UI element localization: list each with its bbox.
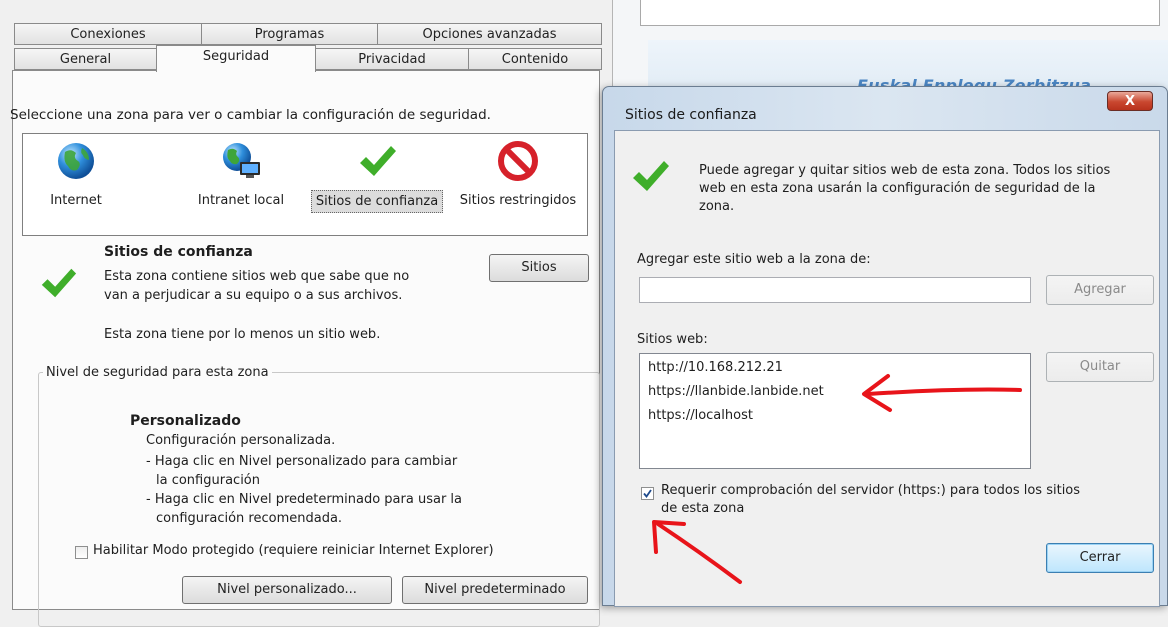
tab-programas[interactable]: Programas <box>201 23 378 45</box>
custom-level-button[interactable]: Nivel personalizado... <box>182 576 392 604</box>
tab-general[interactable]: General <box>14 48 157 70</box>
require-https-checkbox[interactable] <box>641 487 654 500</box>
tab-opciones-avanzadas[interactable]: Opciones avanzadas <box>377 23 602 45</box>
checkmark-icon <box>360 146 396 176</box>
cerrar-button[interactable]: Cerrar <box>1046 543 1154 573</box>
annotation-arrow <box>862 374 1022 412</box>
internet-options-window: Conexiones Programas Opciones avanzadas … <box>0 0 612 627</box>
level-line: configuración recomendada. <box>156 511 343 526</box>
info-line: web en esta zona usarán la configuración… <box>699 181 1096 196</box>
remove-button[interactable]: Quitar <box>1046 352 1154 382</box>
zone-description-line: van a perjudicar a su equipo o a sus arc… <box>104 288 403 303</box>
tab-seguridad[interactable]: Seguridad <box>156 45 316 72</box>
tab-contenido[interactable]: Contenido <box>468 48 602 70</box>
list-item[interactable]: https://llanbide.lanbide.net <box>648 384 824 399</box>
level-line: - Haga clic en Nivel personalizado para … <box>146 454 458 469</box>
level-line: la configuración <box>156 473 260 488</box>
sites-list-label: Sitios web: <box>637 332 708 347</box>
zone-note: Esta zona tiene por lo menos un sitio we… <box>104 327 381 342</box>
browser-address-bar <box>640 0 1160 26</box>
add-button[interactable]: Agregar <box>1046 275 1154 305</box>
zone-intranet-local[interactable]: Intranet local <box>183 134 299 235</box>
zone-list: Internet Intranet local Sitios de confia… <box>22 133 588 236</box>
zone-prompt: Seleccione una zona para ver o cambiar l… <box>10 107 491 123</box>
zone-internet[interactable]: Internet <box>27 134 125 235</box>
level-title: Personalizado <box>130 413 241 429</box>
sitios-button[interactable]: Sitios <box>489 254 589 282</box>
prohibited-icon <box>498 141 538 181</box>
add-site-input[interactable] <box>639 277 1031 303</box>
zone-label: Internet <box>50 193 102 208</box>
zone-label: Sitios de confianza <box>311 190 443 213</box>
list-item[interactable]: http://10.168.212.21 <box>648 360 783 375</box>
info-line: zona. <box>699 199 735 214</box>
annotation-arrow <box>652 520 742 584</box>
level-line: Configuración personalizada. <box>146 433 336 448</box>
level-line: - Haga clic en Nivel predeterminado para… <box>146 492 462 507</box>
checkbox-check-icon <box>643 489 652 498</box>
zone-title: Sitios de confianza <box>104 244 253 260</box>
require-https-label: Requerir comprobación del servidor (http… <box>661 483 1081 498</box>
checkmark-icon <box>633 161 669 191</box>
checkmark-icon <box>41 268 77 298</box>
default-level-button[interactable]: Nivel predeterminado <box>402 576 588 604</box>
tab-privacidad[interactable]: Privacidad <box>315 48 469 70</box>
intranet-globe-icon <box>223 143 260 178</box>
zone-label: Sitios restringidos <box>459 193 577 208</box>
security-level-legend: Nivel de seguridad para esta zona <box>46 365 269 380</box>
protected-mode-label: Habilitar Modo protegido (requiere reini… <box>93 543 494 558</box>
add-site-label: Agregar este sitio web a la zona de: <box>637 252 871 267</box>
info-line: Puede agregar y quitar sitios web de est… <box>699 163 1111 178</box>
close-icon[interactable]: X <box>1107 91 1153 111</box>
globe-icon <box>58 143 94 179</box>
zone-label: Intranet local <box>197 193 285 208</box>
list-item[interactable]: https://localhost <box>648 408 753 423</box>
protected-mode-checkbox[interactable] <box>75 546 88 559</box>
zone-sitios-de-confianza[interactable]: Sitios de confianza <box>311 134 443 235</box>
zone-description-line: Esta zona contiene sitios web que sabe q… <box>104 269 410 284</box>
tab-conexiones[interactable]: Conexiones <box>14 23 202 45</box>
dialog-title: Sitios de confianza <box>625 107 757 123</box>
zone-sitios-restringidos[interactable]: Sitios restringidos <box>453 134 583 235</box>
